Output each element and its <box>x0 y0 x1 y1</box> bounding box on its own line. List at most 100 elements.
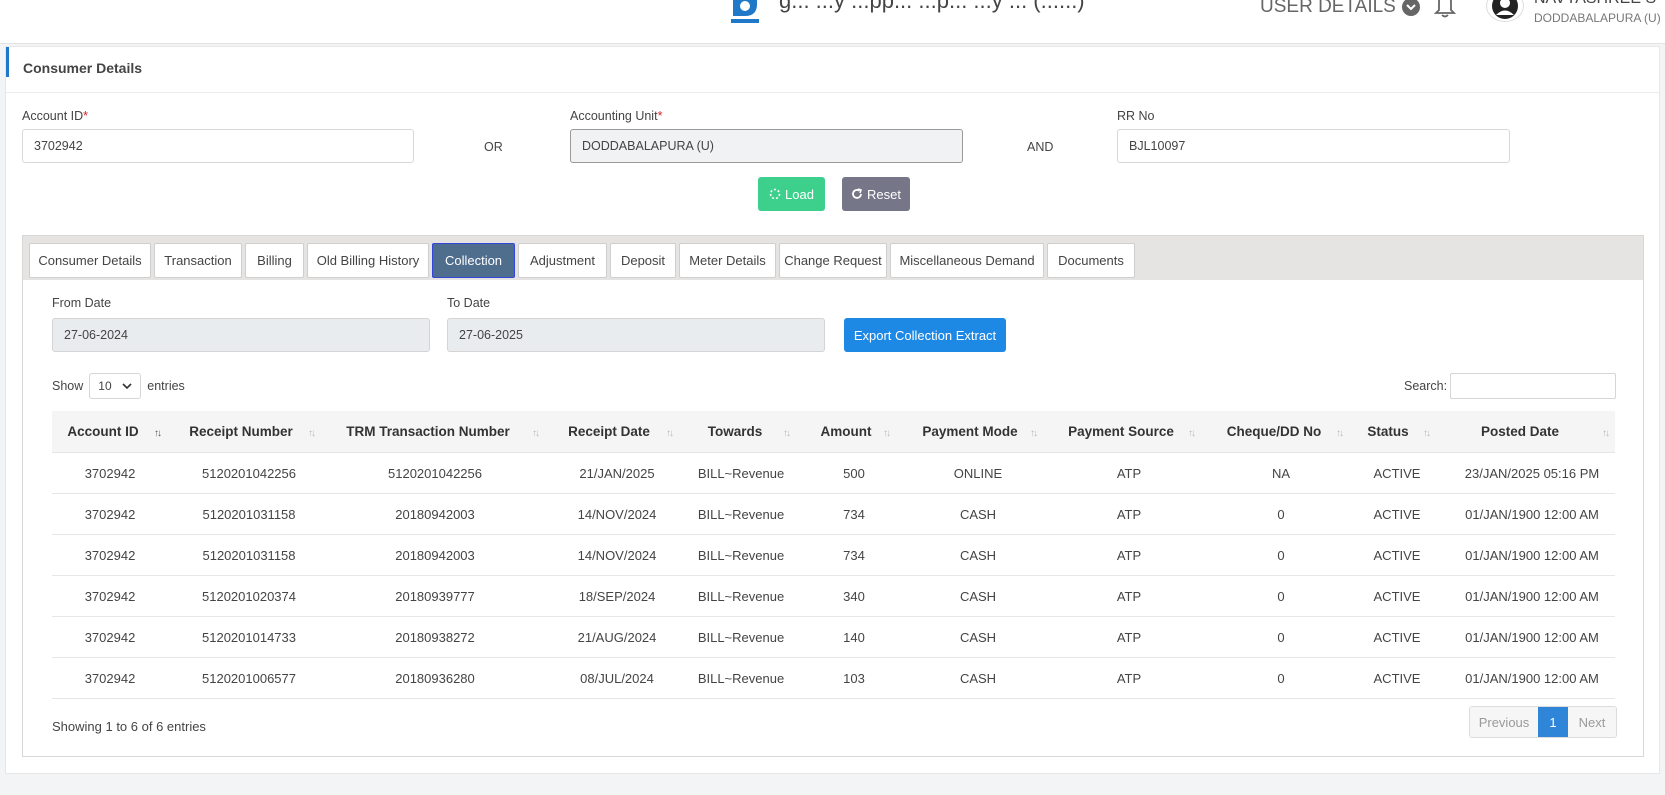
sort-icon: ↑↓ <box>1030 428 1038 439</box>
col-posted-date[interactable]: Posted Date <box>1481 424 1559 439</box>
cell-amount: 340 <box>843 589 865 604</box>
col-account-id[interactable]: Account ID <box>67 424 138 439</box>
cell-payment-source: ATP <box>1116 589 1142 604</box>
cell-trm-number: 20180938272 <box>395 630 475 645</box>
cell-posted-date: 01/JAN/1900 12:00 AM <box>1465 630 1599 645</box>
to-date-input[interactable]: 27-06-2025 <box>447 318 825 352</box>
col-receipt-date[interactable]: Receipt Date <box>568 424 650 439</box>
col-payment-source[interactable]: Payment Source <box>1068 424 1174 439</box>
tab-deposit[interactable]: Deposit <box>610 243 676 278</box>
rr-no-input[interactable]: BJL10097 <box>1117 129 1510 163</box>
cell-payment-mode: CASH <box>959 507 997 522</box>
sort-icon: ↑↓ <box>1423 428 1431 439</box>
cell-towards: BILL~Revenue <box>697 548 785 563</box>
bell-icon[interactable] <box>1433 0 1457 18</box>
cell-payment-source: ATP <box>1116 466 1142 481</box>
tab-transaction[interactable]: Transaction <box>154 243 242 278</box>
col-cheque-dd-no[interactable]: Cheque/DD No <box>1227 424 1322 439</box>
show-label: Show <box>52 379 84 393</box>
app-title: g... ...y ...pp... ...p... ...y ... (...… <box>779 0 1085 13</box>
cell-payment-mode: CASH <box>959 671 997 686</box>
cell-account-id: 3702942 <box>84 630 136 645</box>
table-info: Showing 1 to 6 of 6 entries <box>52 719 206 734</box>
user-icon <box>1492 0 1518 19</box>
entries-select[interactable]: 10 <box>89 373 142 399</box>
sort-icon: ↑↓ <box>532 428 540 439</box>
consumer-details-card: Consumer Details Account ID* 3702942 OR … <box>5 46 1660 774</box>
tab-miscellaneous-demand[interactable]: Miscellaneous Demand <box>890 243 1044 278</box>
page-1-button[interactable]: 1 <box>1538 707 1568 737</box>
col-trm-transaction-number[interactable]: TRM Transaction Number <box>346 424 510 439</box>
cell-receipt-number: 5120201020374 <box>202 589 296 604</box>
accounting-unit-select[interactable]: DODDABALAPURA (U) <box>570 129 963 163</box>
chevron-down-icon <box>122 383 132 389</box>
tab-documents[interactable]: Documents <box>1047 243 1135 278</box>
load-button[interactable]: Load <box>758 177 825 211</box>
table-row: 3702942 5120201031158 20180942003 14/NOV… <box>52 494 1615 535</box>
tab-adjustment[interactable]: Adjustment <box>518 243 607 278</box>
cell-trm-number: 20180936280 <box>395 671 475 686</box>
cell-account-id: 3702942 <box>84 671 136 686</box>
cell-receipt-date: 18/SEP/2024 <box>578 589 656 604</box>
cell-payment-mode: CASH <box>959 589 997 604</box>
account-id-input[interactable]: 3702942 <box>22 129 414 163</box>
from-date-input[interactable]: 27-06-2024 <box>52 318 430 352</box>
tab-meter-details[interactable]: Meter Details <box>679 243 776 278</box>
next-page-button[interactable]: Next <box>1568 707 1616 737</box>
cell-amount: 734 <box>843 548 865 563</box>
required-mark: * <box>657 109 663 123</box>
cell-cheque-dd-no: 0 <box>1277 589 1285 604</box>
pagination: Previous 1 Next <box>1469 706 1617 738</box>
tab-collection[interactable]: Collection <box>432 243 515 278</box>
tab-billing[interactable]: Billing <box>245 243 304 278</box>
cell-receipt-date: 21/JAN/2025 <box>579 466 655 481</box>
cell-posted-date: 01/JAN/1900 12:00 AM <box>1465 589 1599 604</box>
cell-status: ACTIVE <box>1373 589 1421 604</box>
cell-payment-source: ATP <box>1116 548 1142 563</box>
cell-towards: BILL~Revenue <box>697 507 785 522</box>
user-details-dropdown[interactable]: USER DETAILS <box>1260 0 1420 18</box>
tab-change-request[interactable]: Change Request <box>779 243 887 278</box>
bescom-logo <box>731 0 759 23</box>
cell-towards: BILL~Revenue <box>697 466 785 481</box>
cell-trm-number: 20180942003 <box>395 507 475 522</box>
user-location: DODDABALAPURA (U) <box>1534 11 1661 25</box>
table-row: 3702942 5120201031158 20180942003 14/NOV… <box>52 535 1615 576</box>
avatar[interactable] <box>1486 0 1524 22</box>
card-divider <box>6 92 1659 93</box>
cell-receipt-number: 5120201014733 <box>202 630 296 645</box>
previous-page-button[interactable]: Previous <box>1470 707 1538 737</box>
table-row: 3702942 5120201006577 20180936280 08/JUL… <box>52 658 1615 699</box>
col-towards[interactable]: Towards <box>708 424 763 439</box>
cell-receipt-date: 21/AUG/2024 <box>577 630 657 645</box>
sort-icon: ↑↓ <box>1188 428 1196 439</box>
sort-icon: ↑↓ <box>666 428 674 439</box>
to-date-label: To Date <box>447 296 491 310</box>
export-collection-extract-button[interactable]: Export Collection Extract <box>844 318 1006 352</box>
sort-icon: ↑↓ <box>783 428 791 439</box>
card-title: Consumer Details <box>23 60 143 76</box>
tab-old-billing-history[interactable]: Old Billing History <box>307 243 429 278</box>
col-payment-mode[interactable]: Payment Mode <box>922 424 1017 439</box>
table-row: 3702942 5120201042256 5120201042256 21/J… <box>52 453 1615 494</box>
tab-consumer-details[interactable]: Consumer Details <box>29 243 151 278</box>
cell-status: ACTIVE <box>1373 507 1421 522</box>
user-name: NAVYASHREE S <box>1534 0 1656 8</box>
col-status[interactable]: Status <box>1367 424 1408 439</box>
search-input[interactable] <box>1450 373 1616 399</box>
cell-cheque-dd-no: 0 <box>1277 671 1285 686</box>
cell-payment-mode: CASH <box>959 548 997 563</box>
col-receipt-number[interactable]: Receipt Number <box>189 424 293 439</box>
cell-account-id: 3702942 <box>84 548 136 563</box>
cell-payment-source: ATP <box>1116 507 1142 522</box>
spinner-icon <box>769 188 781 200</box>
reset-button[interactable]: Reset <box>842 177 910 211</box>
col-amount[interactable]: Amount <box>821 424 872 439</box>
cell-status: ACTIVE <box>1373 548 1421 563</box>
sort-icon: ↑↓ <box>1336 428 1344 439</box>
cell-posted-date: 01/JAN/1900 12:00 AM <box>1465 507 1599 522</box>
sort-icon: ↑↓ <box>308 428 316 439</box>
cell-amount: 103 <box>843 671 865 686</box>
cell-receipt-number: 5120201031158 <box>202 548 296 563</box>
search-label: Search: <box>1404 379 1448 393</box>
